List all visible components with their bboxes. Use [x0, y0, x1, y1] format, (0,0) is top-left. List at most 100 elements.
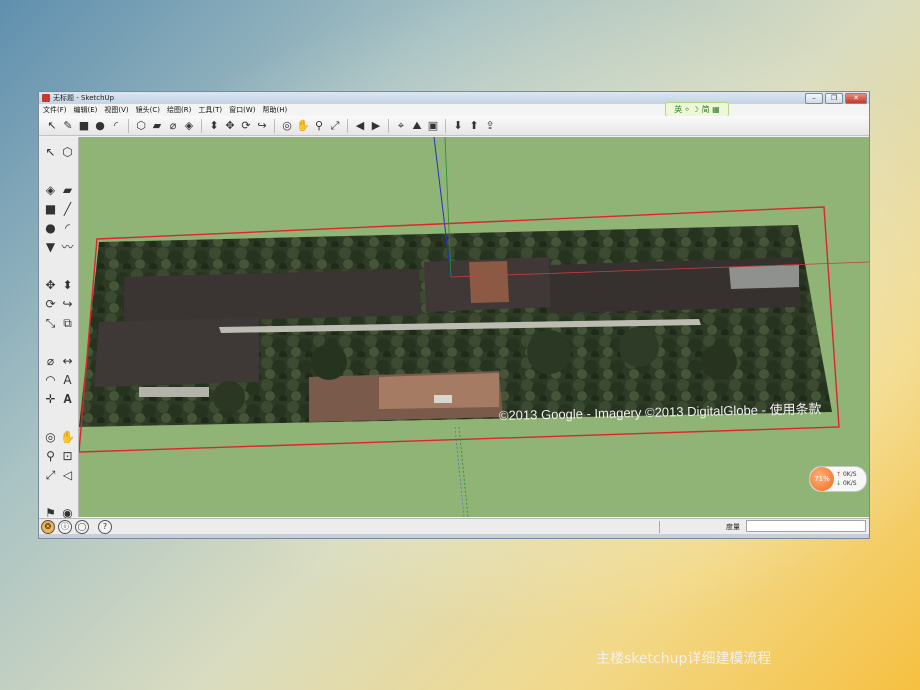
- share-model-icon[interactable]: ⬆: [467, 119, 481, 133]
- minimize-button[interactable]: –: [805, 93, 823, 104]
- menu-file[interactable]: 文件(F): [43, 104, 67, 116]
- tool-group-gap: [42, 484, 76, 486]
- network-speed-widget[interactable]: 71% ↑ 0K/S ↓ 0K/S: [809, 466, 867, 492]
- pencil-icon[interactable]: ✎: [61, 119, 75, 133]
- orbit-icon[interactable]: ◎: [280, 119, 294, 133]
- tape-measure-icon[interactable]: ⌀: [166, 119, 180, 133]
- sketchup-app-icon: [42, 94, 50, 102]
- offset-icon[interactable]: ⧉: [59, 313, 76, 332]
- model-scene: ©2013 Google - Imagery ©2013 DigitalGlob…: [79, 137, 869, 517]
- polygon-icon[interactable]: ▼: [42, 237, 59, 256]
- tool-group-gap: [42, 332, 76, 334]
- download-speed: ↓ 0K/S: [836, 480, 857, 487]
- line-icon[interactable]: ╱: [59, 199, 76, 218]
- 3d-text-icon[interactable]: 𝐀: [59, 389, 76, 408]
- photo-textures-icon[interactable]: ▣: [426, 119, 440, 133]
- pan-icon[interactable]: ✋: [296, 119, 310, 133]
- toggle-terrain-icon[interactable]: ⛰: [410, 119, 424, 133]
- menu-window[interactable]: 窗口(W): [229, 104, 255, 116]
- taskbar-strip: [39, 534, 869, 538]
- make-component-icon[interactable]: ⬡: [134, 119, 148, 133]
- window-title: 无标题 - SketchUp: [53, 94, 115, 102]
- circle-icon[interactable]: ●: [42, 218, 59, 237]
- get-models-icon[interactable]: ⬇: [451, 119, 465, 133]
- move-icon[interactable]: ✥: [223, 119, 237, 133]
- menu-edit[interactable]: 编辑(E): [74, 104, 98, 116]
- close-button[interactable]: ✕: [845, 93, 867, 104]
- menu-tools[interactable]: 工具(T): [198, 104, 222, 116]
- toolbar-separator: [347, 118, 348, 133]
- orbit-icon[interactable]: ◎: [42, 427, 59, 446]
- rectangle-icon[interactable]: ■: [77, 119, 91, 133]
- dimension-icon[interactable]: ↔: [59, 351, 76, 370]
- title-bar: 无标题 - SketchUp – ❐ ✕: [39, 92, 869, 104]
- upload-speed-value: 0K/S: [842, 471, 857, 478]
- measurements-label: 度量: [726, 523, 740, 531]
- rotate-icon[interactable]: ⟳: [42, 294, 59, 313]
- menu-view[interactable]: 视图(V): [104, 104, 128, 116]
- add-location-icon[interactable]: ⌖: [394, 119, 408, 133]
- help-icon[interactable]: ?: [98, 520, 112, 534]
- window-controls: – ❐ ✕: [805, 93, 867, 104]
- follow-me-icon[interactable]: ↪: [255, 119, 269, 133]
- arc-icon[interactable]: ◜: [59, 218, 76, 237]
- maximize-button[interactable]: ❐: [825, 93, 843, 104]
- zoom-extents-icon[interactable]: ⤢: [328, 119, 342, 133]
- share-component-icon[interactable]: ⇪: [483, 119, 497, 133]
- eraser-icon[interactable]: ▰: [59, 180, 76, 199]
- push-pull-icon[interactable]: ⬍: [59, 275, 76, 294]
- usage-percent: 71%: [810, 467, 834, 491]
- toolbar-separator: [201, 118, 202, 133]
- green-axis-negative: [458, 426, 469, 517]
- text-icon[interactable]: A: [59, 370, 76, 389]
- circle-icon[interactable]: ●: [93, 119, 107, 133]
- geo-location-icon[interactable]: ❂: [41, 520, 55, 534]
- user-icon[interactable]: ◯: [75, 520, 89, 534]
- next-view-icon[interactable]: ▶: [369, 119, 383, 133]
- protractor-icon[interactable]: ◠: [42, 370, 59, 389]
- axes-icon[interactable]: ✛: [42, 389, 59, 408]
- tool-group-gap: [42, 256, 76, 258]
- select-icon[interactable]: ↖: [45, 119, 59, 133]
- zoom-window-icon[interactable]: ⊡: [59, 446, 76, 465]
- tool-group-gap: [42, 161, 76, 163]
- menu-bar: 文件(F) 编辑(E) 视图(V) 镜头(C) 绘图(R) 工具(T) 窗口(W…: [39, 104, 869, 116]
- toolbar-separator: [274, 118, 275, 133]
- menu-draw[interactable]: 绘图(R): [167, 104, 191, 116]
- paint-bucket-icon[interactable]: ◈: [42, 180, 59, 199]
- ime-badge[interactable]: 英 ⸰ ☽ 简 ▦: [665, 102, 729, 117]
- push-pull-icon[interactable]: ⬍: [207, 119, 221, 133]
- sketchup-window: 无标题 - SketchUp – ❐ ✕ 文件(F) 编辑(E) 视图(V) 镜…: [38, 91, 870, 539]
- menu-help[interactable]: 帮助(H): [262, 104, 287, 116]
- tape-measure-icon[interactable]: ⌀: [42, 351, 59, 370]
- select-icon[interactable]: ↖: [42, 142, 59, 161]
- move-icon[interactable]: ✥: [42, 275, 59, 294]
- follow-me-icon[interactable]: ↪: [59, 294, 76, 313]
- scale-icon[interactable]: ⤡: [42, 313, 59, 332]
- pan-icon[interactable]: ✋: [59, 427, 76, 446]
- drawing-viewport[interactable]: ©2013 Google - Imagery ©2013 DigitalGlob…: [79, 137, 869, 517]
- zoom-extents-icon[interactable]: ⤢: [42, 465, 59, 484]
- arc-icon[interactable]: ◜: [109, 119, 123, 133]
- freehand-icon[interactable]: 〰: [59, 237, 76, 256]
- zoom-icon[interactable]: ⚲: [42, 446, 59, 465]
- status-bar: ❂ ⓘ ◯ ? 度量: [39, 518, 869, 535]
- rectangle-icon[interactable]: ■: [42, 199, 59, 218]
- rotate-icon[interactable]: ⟳: [239, 119, 253, 133]
- zoom-icon[interactable]: ⚲: [312, 119, 326, 133]
- tool-group-gap: [42, 408, 76, 410]
- blue-axis-negative: [454, 426, 465, 517]
- slide-caption: 主楼sketchup详细建模流程: [596, 651, 772, 667]
- measurements-input[interactable]: [746, 520, 866, 532]
- previous-icon[interactable]: ◁: [59, 465, 76, 484]
- toolbar-separator: [128, 118, 129, 133]
- toolbar-separator: [388, 118, 389, 133]
- upload-speed: ↑ 0K/S: [836, 471, 857, 478]
- credits-icon[interactable]: ⓘ: [58, 520, 72, 534]
- make-component-icon[interactable]: ⬡: [59, 142, 76, 161]
- previous-view-icon[interactable]: ◀: [353, 119, 367, 133]
- menu-camera[interactable]: 镜头(C): [136, 104, 160, 116]
- eraser-icon[interactable]: ▰: [150, 119, 164, 133]
- paint-bucket-icon[interactable]: ◈: [182, 119, 196, 133]
- status-icons: ❂ ⓘ ◯ ?: [41, 520, 112, 534]
